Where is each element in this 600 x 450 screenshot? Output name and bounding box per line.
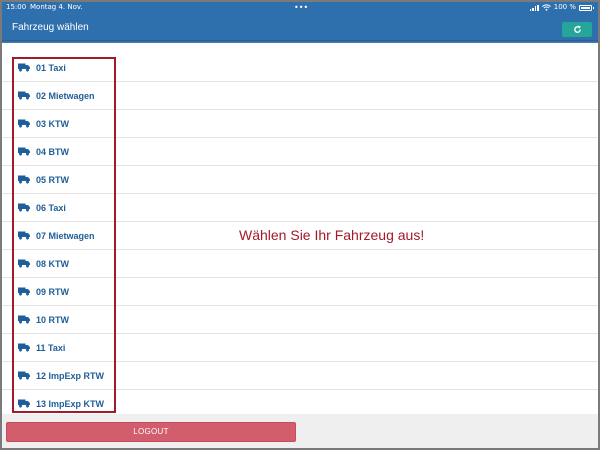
truck-icon xyxy=(18,203,30,212)
footer-bar: LOGOUT xyxy=(2,414,598,448)
refresh-icon xyxy=(573,25,581,33)
app-frame: 15:00 Montag 4. Nov. ••• 100 % Fahrzeug … xyxy=(0,0,600,450)
vehicle-item[interactable]: 09 RTW xyxy=(2,278,598,306)
status-indicators: 100 % xyxy=(529,2,594,13)
status-time: 15:00 xyxy=(6,3,27,11)
vehicle-label: 12 ImpExp RTW xyxy=(36,370,105,381)
truck-icon xyxy=(18,175,30,184)
truck-icon xyxy=(18,259,30,268)
vehicle-item[interactable]: 02 Mietwagen xyxy=(2,82,598,110)
signal-icon xyxy=(529,4,539,11)
truck-icon xyxy=(18,63,30,72)
page-title: Fahrzeug wählen xyxy=(12,22,89,33)
vehicle-label: 05 RTW xyxy=(36,174,70,185)
vehicle-label: 01 Taxi xyxy=(36,62,66,73)
vehicle-label: 02 Mietwagen xyxy=(36,90,95,101)
vehicle-item[interactable]: 01 Taxi xyxy=(2,54,598,82)
truck-icon xyxy=(18,287,30,296)
vehicle-item[interactable]: 08 KTW xyxy=(2,250,598,278)
truck-icon xyxy=(18,343,30,352)
vehicle-item[interactable]: 04 BTW xyxy=(2,138,598,166)
vehicle-label: 03 KTW xyxy=(36,118,70,129)
vehicle-label: 11 Taxi xyxy=(36,342,66,353)
vehicle-item[interactable]: 05 RTW xyxy=(2,166,598,194)
vehicle-label: 08 KTW xyxy=(36,258,70,269)
vehicle-label: 09 RTW xyxy=(36,286,70,297)
truck-icon xyxy=(18,231,30,240)
header-shadow xyxy=(2,40,598,43)
status-bar: 15:00 Montag 4. Nov. ••• 100 % xyxy=(2,2,598,13)
truck-icon xyxy=(18,119,30,128)
select-vehicle-prompt: Wählen Sie Ihr Fahrzeug aus! xyxy=(239,227,425,243)
vehicle-item[interactable]: 10 RTW xyxy=(2,306,598,334)
vehicle-item[interactable]: 03 KTW xyxy=(2,110,598,138)
truck-icon xyxy=(18,91,30,100)
truck-icon xyxy=(18,147,30,156)
truck-icon xyxy=(18,399,30,408)
battery-icon xyxy=(579,4,594,11)
vehicle-item[interactable]: 06 Taxi xyxy=(2,194,598,222)
status-date: Montag 4. Nov. xyxy=(30,3,83,11)
vehicle-label: 13 ImpExp KTW xyxy=(36,398,105,409)
vehicle-item[interactable]: 11 Taxi xyxy=(2,334,598,362)
wifi-icon xyxy=(541,4,551,11)
vehicle-label: 04 BTW xyxy=(36,146,70,157)
vehicle-item[interactable]: 12 ImpExp RTW xyxy=(2,362,598,390)
vehicle-label: 06 Taxi xyxy=(36,202,66,213)
vehicle-label: 07 Mietwagen xyxy=(36,230,95,241)
refresh-button[interactable] xyxy=(562,22,592,37)
logout-button[interactable]: LOGOUT xyxy=(6,422,296,442)
vehicle-label: 10 RTW xyxy=(36,314,70,325)
truck-icon xyxy=(18,315,30,324)
app-header: Fahrzeug wählen xyxy=(2,13,598,40)
multitask-dots: ••• xyxy=(294,3,309,12)
truck-icon xyxy=(18,371,30,380)
battery-percent: 100 % xyxy=(553,3,576,11)
